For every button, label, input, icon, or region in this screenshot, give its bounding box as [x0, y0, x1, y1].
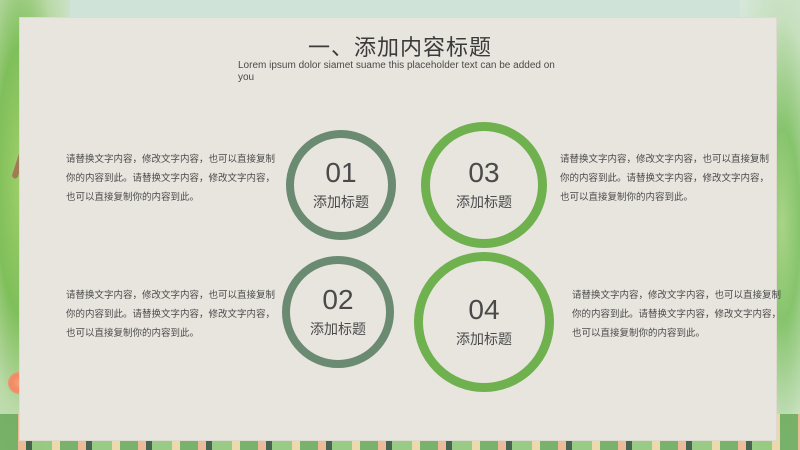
item-description: 请替换文字内容，修改文字内容，也可以直接复制你的内容到此。请替换文字内容，修改文…: [66, 290, 276, 339]
item-label: 添加标题: [456, 195, 512, 211]
item-number: 04: [468, 294, 500, 325]
item-circle-04: 04 添加标题: [414, 252, 554, 392]
item-circle-02: 02 添加标题: [282, 256, 394, 368]
item-label: 添加标题: [310, 322, 366, 338]
item-circle-03: 03 添加标题: [421, 122, 547, 248]
item-number: 03: [468, 157, 500, 188]
item-description: 请替换文字内容，修改文字内容，也可以直接复制你的内容到此。请替换文字内容，修改文…: [560, 154, 770, 203]
item-circle-01: 01 添加标题: [286, 130, 396, 240]
item-number: 02: [322, 284, 354, 315]
item-number: 01: [325, 157, 357, 188]
item-description: 请替换文字内容，修改文字内容，也可以直接复制你的内容到此。请替换文字内容，修改文…: [66, 154, 276, 203]
slide-title: 一、添加内容标题: [307, 36, 492, 61]
item-label: 添加标题: [313, 195, 369, 211]
slide-subtitle: Lorem ipsum dolor siamet suame this plac…: [238, 60, 555, 83]
item-description: 请替换文字内容，修改文字内容，也可以直接复制你的内容到此。请替换文字内容，修改文…: [572, 290, 782, 339]
item-label: 添加标题: [456, 332, 512, 348]
